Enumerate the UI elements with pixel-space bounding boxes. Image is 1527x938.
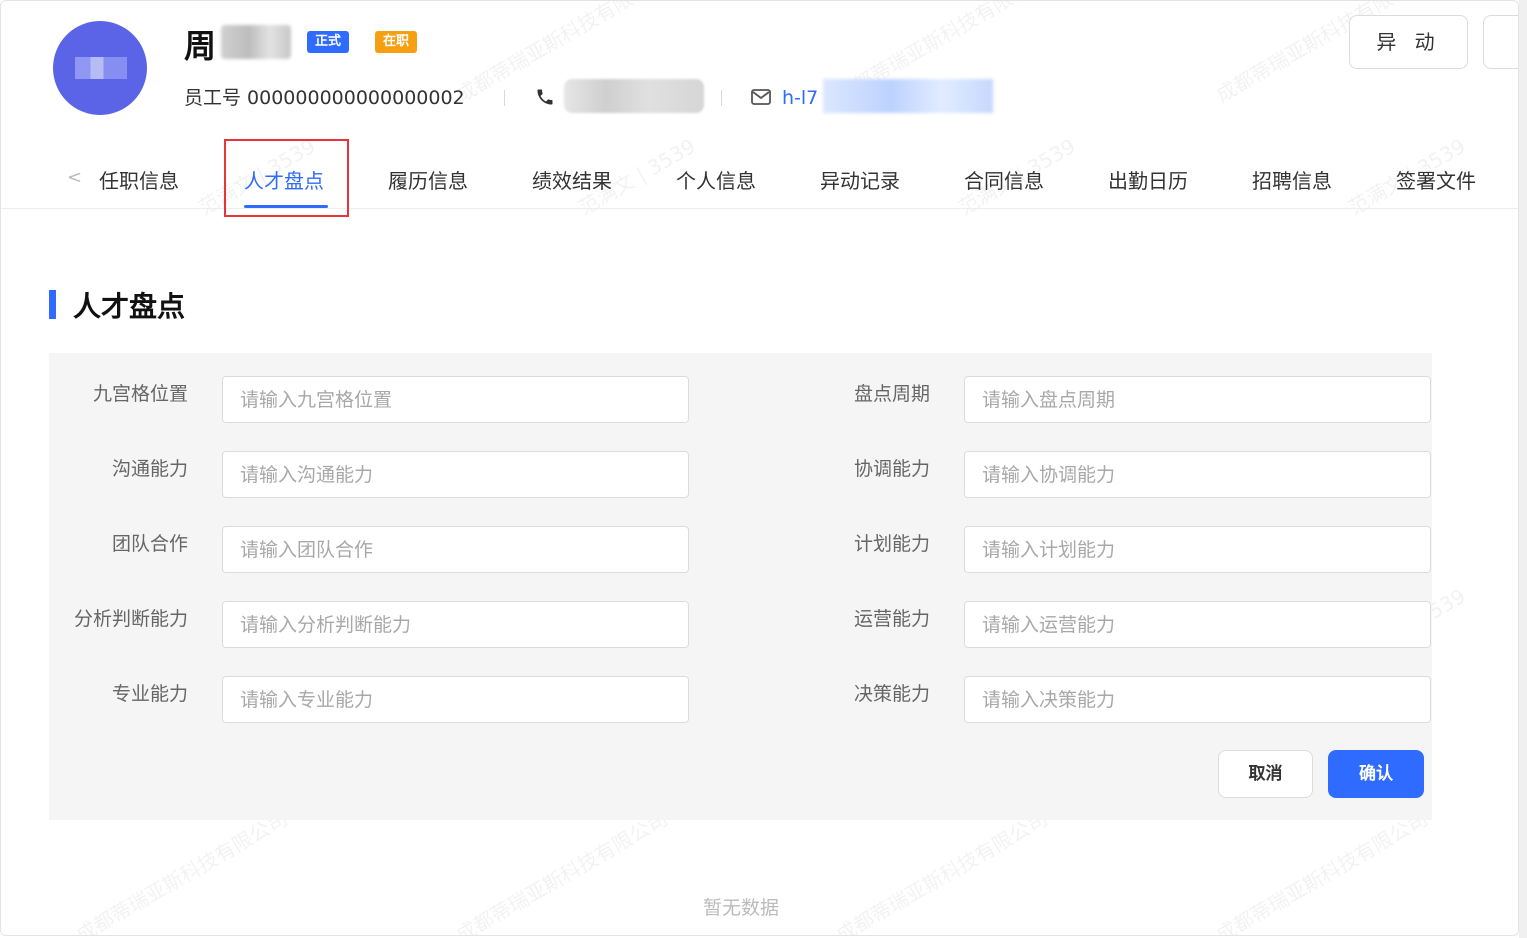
tab-recruitment[interactable]: 招聘信息: [1252, 165, 1332, 194]
decision-input[interactable]: [964, 676, 1431, 723]
status-badge-active: 在职: [375, 31, 418, 53]
tab-signed-files[interactable]: 签署文件: [1396, 165, 1476, 194]
redacted-name: [221, 25, 291, 59]
label-professional: 专业能力: [111, 683, 188, 705]
label-communication: 沟通能力: [111, 458, 188, 480]
status-badge-formal: 正式: [307, 31, 350, 53]
phone-icon: [537, 89, 553, 105]
tab-contract[interactable]: 合同信息: [964, 165, 1044, 194]
analysis-input[interactable]: [222, 601, 689, 648]
planning-input[interactable]: [964, 526, 1431, 573]
section-accent: [49, 290, 56, 319]
chevron-left-icon[interactable]: <: [67, 167, 82, 188]
redacted-email: [823, 79, 993, 113]
tab-change-records[interactable]: 异动记录: [820, 165, 900, 194]
operations-input[interactable]: [964, 601, 1431, 648]
communication-input[interactable]: [222, 451, 689, 498]
empty-state-text: 暂无数据: [702, 897, 779, 919]
tab-resume[interactable]: 履历信息: [388, 165, 468, 194]
section-title: 人才盘点: [73, 290, 186, 323]
tab-personal-info[interactable]: 个人信息: [676, 165, 756, 194]
email-link[interactable]: h-l7: [782, 85, 818, 111]
review-period-input[interactable]: [964, 376, 1431, 423]
label-operations: 运营能力: [853, 608, 930, 630]
avatar: [53, 21, 147, 115]
transfer-button[interactable]: 异 动: [1349, 15, 1468, 69]
teamwork-input[interactable]: [222, 526, 689, 573]
cancel-button[interactable]: 取消: [1218, 750, 1313, 798]
label-decision: 决策能力: [853, 683, 930, 705]
label-coordination: 协调能力: [853, 458, 930, 480]
highlight-annotation: [224, 139, 349, 217]
label-review-period: 盘点周期: [853, 383, 930, 405]
tab-attendance[interactable]: 出勤日历: [1108, 165, 1188, 194]
mail-icon: [751, 89, 771, 105]
nine-box-input[interactable]: [222, 376, 689, 423]
confirm-button[interactable]: 确认: [1328, 750, 1424, 798]
label-teamwork: 团队合作: [111, 533, 188, 555]
employee-name: 周: [184, 27, 217, 65]
window-edge: [1519, 0, 1527, 938]
profile-page: 成都蒂瑞亚斯科技有限公司 成都蒂瑞亚斯科技有限公司 成都蒂瑞亚斯科技有限公司 范…: [0, 0, 1519, 936]
coordination-input[interactable]: [964, 451, 1431, 498]
professional-input[interactable]: [222, 676, 689, 723]
redacted-phone: [564, 79, 704, 113]
tab-performance[interactable]: 绩效结果: [532, 165, 612, 194]
employee-id: 员工号 000000000000000002: [184, 87, 465, 109]
divider: [721, 90, 722, 106]
label-analysis: 分析判断能力: [73, 608, 188, 630]
label-planning: 计划能力: [853, 533, 930, 555]
tab-job-info[interactable]: 任职信息: [99, 165, 179, 194]
more-button[interactable]: [1483, 15, 1518, 69]
divider: [504, 90, 505, 106]
label-nine-box: 九宫格位置: [92, 383, 188, 405]
